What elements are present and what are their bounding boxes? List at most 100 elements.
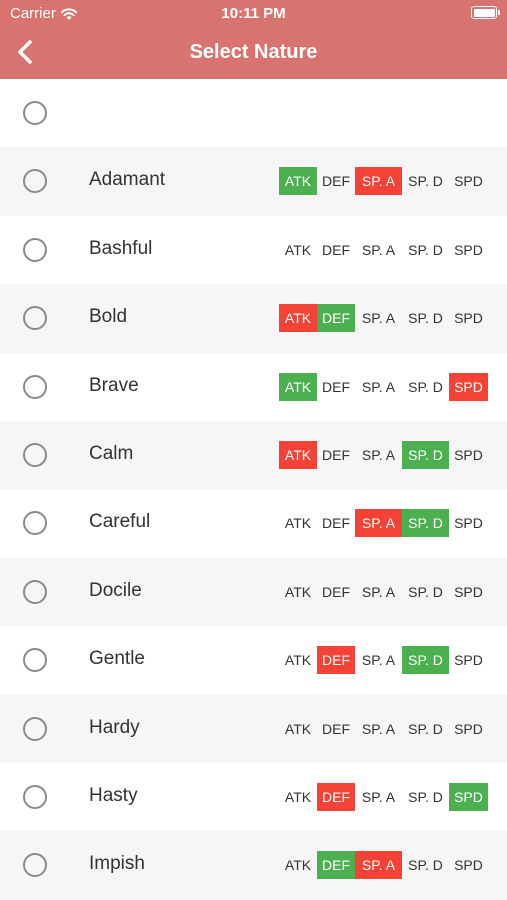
nature-name: Bashful [89,237,153,259]
stat-label-neutral: SP. D [408,788,443,805]
stat-label-neutral: SPD [454,652,483,669]
radio-button[interactable] [23,374,47,399]
stat-label-neutral: SPD [454,515,483,532]
stat-modifiers: ATK DEF SP. A SP. D SPD [279,509,488,538]
radio-button[interactable] [23,648,47,673]
stat-label-neutral: ATK [284,515,312,532]
stat-label-increased: SP. D [402,509,449,538]
nature-row[interactable]: Bold ATK DEF SP. A SP. D SPD [0,284,507,353]
stat-label-neutral: SPD [454,241,483,258]
stat-modifiers: ATK DEF SP. A SP. D SPD [279,236,488,264]
stat-modifiers: ATK DEF SP. A SP. D SPD [279,851,488,880]
stat-label-neutral: SP. A [361,310,396,327]
navigation-bar: Select Nature [0,28,507,79]
stat-modifiers: ATK DEF SP. A SP. D SPD [279,715,488,743]
stat-label-neutral: SP. A [361,720,396,737]
status-bar: Carrier 10:11 PM [0,0,507,28]
stat-label-neutral: DEF [322,515,350,532]
stat-label-neutral: SPD [454,446,483,463]
stat-label-neutral: SP. D [408,720,443,737]
radio-button[interactable] [23,442,47,467]
radio-button[interactable] [23,853,47,878]
stat-label-neutral: SPD [454,857,483,874]
stat-label-decreased: SP. A [355,167,402,196]
stat-label-neutral: SP. D [408,378,443,395]
stat-modifiers: ATK DEF SP. A SP. D SPD [279,782,488,811]
stat-label-neutral: SP. A [361,378,396,395]
nature-row[interactable]: Hasty ATK DEF SP. A SP. D SPD [0,763,507,831]
nature-name: Hardy [89,716,140,738]
nature-name: Hasty [89,784,138,806]
nature-name: Careful [89,511,151,533]
stat-label-increased: DEF [317,304,355,333]
nature-name: Docile [89,579,142,601]
stat-label-neutral: DEF [322,720,350,737]
stat-label-neutral: ATK [284,583,312,600]
stat-label-neutral: SP. D [408,310,443,327]
radio-button[interactable] [23,237,47,262]
stat-label-decreased: DEF [317,782,355,811]
stat-label-neutral: SPD [454,173,483,190]
stat-label-neutral: ATK [284,652,312,669]
radio-button[interactable] [23,784,47,809]
stat-label-neutral: ATK [284,788,312,805]
app-header: Carrier 10:11 PM Select Nature [0,0,507,79]
stat-label-neutral: ATK [284,857,312,874]
stat-modifiers: ATK DEF SP. A SP. D SPD [279,578,488,606]
nature-row[interactable]: Gentle ATK DEF SP. A SP. D SPD [0,626,507,694]
nature-row[interactable]: Hardy ATK DEF SP. A SP. D SPD [0,694,507,763]
nature-list: Adamant ATK DEF SP. A SP. D SPD Bashful ATK DEF S… [0,79,507,900]
stat-label-decreased: SP. A [355,509,402,538]
stat-label-increased: SP. D [402,646,449,675]
stat-label-increased: SP. D [402,440,449,469]
nature-row[interactable]: Impish ATK DEF SP. A SP. D SPD [0,831,507,900]
radio-button[interactable] [23,101,47,125]
stat-modifiers: ATK DEF SP. A SP. D SPD [279,304,488,333]
nature-row[interactable]: Careful ATK DEF SP. A SP. D SPD [0,489,507,557]
stat-label-neutral: SP. A [361,788,396,805]
nature-row[interactable] [0,79,507,147]
nature-row[interactable]: Docile ATK DEF SP. A SP. D SPD [0,557,507,627]
stat-label-neutral: DEF [322,241,350,258]
radio-button[interactable] [23,511,47,536]
stat-label-neutral: SP. D [408,857,443,874]
nature-name: Calm [89,442,134,464]
stat-label-decreased: DEF [317,646,355,675]
stat-label-neutral: ATK [284,720,312,737]
stat-label-neutral: DEF [322,173,350,190]
nature-name: Brave [89,374,139,396]
status-time: 10:11 PM [221,5,286,22]
nature-name: Adamant [89,169,166,191]
stat-modifiers: ATK DEF SP. A SP. D SPD [279,167,488,196]
stat-label-neutral: SP. D [408,173,443,190]
page-title: Select Nature [189,41,318,63]
stat-label-neutral: SP. A [361,652,396,669]
nature-row[interactable]: Adamant ATK DEF SP. A SP. D SPD [0,147,507,216]
stat-label-neutral: SPD [454,310,483,327]
stat-label-neutral: DEF [322,378,350,395]
stat-label-neutral: SP. D [408,583,443,600]
stat-modifiers: ATK DEF SP. A SP. D SPD [279,646,488,675]
stat-label-decreased: SP. A [355,851,402,880]
stat-modifiers: ATK DEF SP. A SP. D SPD [279,372,488,401]
radio-button[interactable] [23,306,47,331]
nature-name: Bold [89,306,128,328]
nature-row[interactable]: Brave ATK DEF SP. A SP. D SPD [0,353,507,421]
radio-button[interactable] [23,169,47,194]
nature-name: Impish [89,853,145,875]
stat-label-increased: ATK [279,167,317,196]
radio-button[interactable] [23,716,47,741]
stat-label-neutral: SP. D [408,241,443,258]
stat-label-decreased: ATK [279,304,317,333]
stat-label-neutral: SPD [454,583,483,600]
nature-name: Gentle [89,648,145,670]
stat-label-increased: DEF [317,851,355,880]
stat-label-increased: ATK [279,372,317,401]
battery-icon [471,6,500,19]
stat-label-neutral: SP. A [361,583,396,600]
nature-row[interactable]: Calm ATK DEF SP. A SP. D SPD [0,420,507,490]
nature-row[interactable]: Bashful ATK DEF SP. A SP. D SPD [0,216,507,284]
radio-button[interactable] [23,579,47,604]
stat-label-neutral: SPD [454,720,483,737]
stat-label-neutral: SP. A [361,446,396,463]
